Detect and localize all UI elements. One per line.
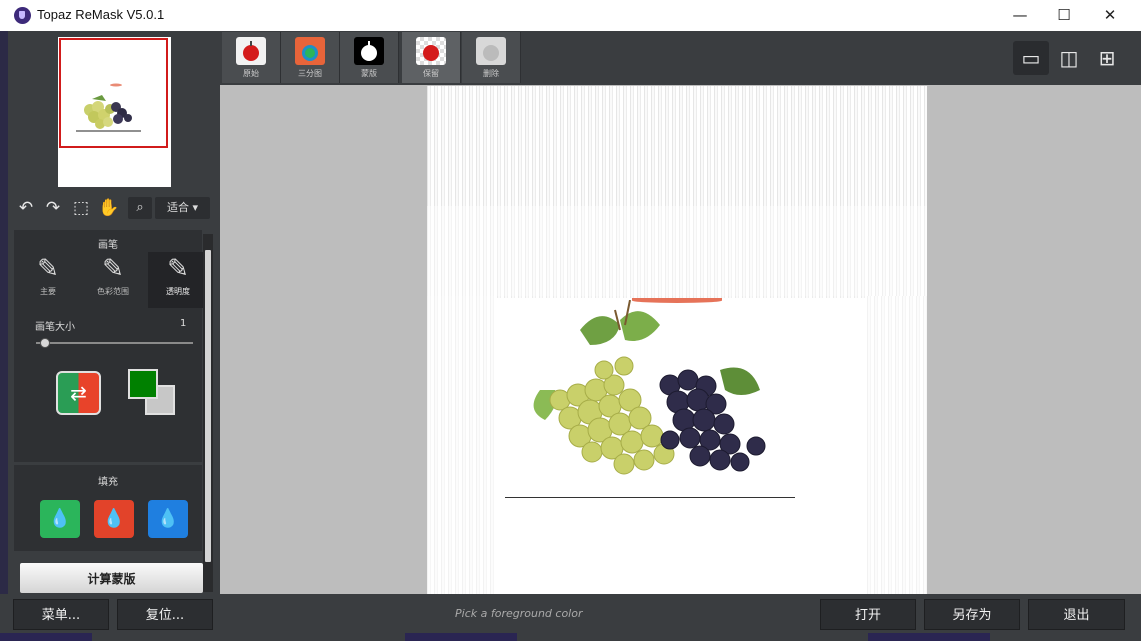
taskbar-fragment	[405, 633, 517, 641]
taskbar-fragment	[868, 633, 990, 641]
mode-keep-label: 保留	[423, 69, 439, 78]
minimize-button[interactable]: —	[997, 0, 1043, 31]
mode-original-label: 原始	[243, 69, 259, 78]
fill-remove-button[interactable]: 💧	[94, 500, 134, 538]
quad-view-icon[interactable]: ⊞	[1089, 41, 1125, 75]
title-bar	[0, 0, 1141, 32]
taskbar-fragment	[0, 633, 92, 641]
brush-size-value: 1	[180, 318, 187, 329]
mode-trimap-button[interactable]: 三分图	[281, 32, 340, 83]
grapes-image	[533, 300, 766, 475]
hand-icon[interactable]: ✋	[98, 198, 120, 218]
compute-mask-button[interactable]: 计算蒙版	[20, 563, 203, 593]
mode-keep-button[interactable]: 保留	[402, 32, 461, 83]
swap-brush-mode-button[interactable]: ⇄	[56, 371, 101, 415]
exit-button[interactable]: 退出	[1028, 599, 1125, 630]
brush-size-slider-thumb[interactable]	[39, 338, 50, 348]
background-window-edge	[0, 31, 8, 641]
fill-keep-button[interactable]: 💧	[40, 500, 80, 538]
window-title: Topaz ReMask V5.0.1	[37, 7, 165, 22]
apple-keep-icon	[416, 37, 446, 65]
close-button[interactable]: ✕	[1087, 0, 1133, 31]
reset-button[interactable]: 复位...	[117, 599, 213, 630]
mode-mask-button[interactable]: 蒙版	[340, 32, 399, 83]
menu-button[interactable]: 菜单...	[13, 599, 109, 630]
brush-transparency-icon: ✎	[167, 254, 189, 284]
brush-color-range-icon: ✎	[102, 254, 124, 284]
mode-trimap-label: 三分图	[298, 69, 322, 78]
fill-compute-button[interactable]: 💧	[148, 500, 188, 538]
brush-size-label: 画笔大小	[35, 322, 75, 333]
status-message: Pick a foreground color	[455, 607, 583, 620]
app-logo-icon	[14, 7, 31, 24]
panel-scrollbar-thumb[interactable]	[205, 250, 211, 562]
maximize-button[interactable]: ☐	[1041, 0, 1087, 31]
apple-remove-icon	[476, 37, 506, 65]
apple-mask-icon	[354, 37, 384, 65]
navigator-viewport-frame[interactable]	[59, 38, 168, 148]
brush-transparency-button[interactable]: ✎ 透明度	[148, 252, 208, 308]
brush-transparency-label: 透明度	[166, 287, 190, 296]
zoom-icon[interactable]: ⌕	[128, 197, 152, 219]
brush-color-range-label: 色彩范围	[97, 287, 129, 296]
apple-trimap-icon	[295, 37, 325, 65]
mode-remove-button[interactable]: 删除	[462, 32, 521, 83]
baseline-rule	[505, 497, 795, 498]
redo-icon[interactable]: ↷	[42, 198, 64, 218]
brush-size-slider[interactable]	[36, 342, 193, 344]
mode-remove-label: 删除	[483, 69, 499, 78]
mode-mask-label: 蒙版	[361, 69, 377, 78]
brush-primary-button[interactable]: ✎ 主要	[18, 252, 78, 308]
foreground-color-swatch[interactable]	[128, 369, 158, 399]
mode-original-button[interactable]: 原始	[222, 32, 281, 83]
save-as-button[interactable]: 另存为	[924, 599, 1020, 630]
brush-section-title: 画笔	[98, 240, 118, 251]
brush-primary-label: 主要	[40, 287, 56, 296]
open-button[interactable]: 打开	[820, 599, 916, 630]
brush-color-range-button[interactable]: ✎ 色彩范围	[83, 252, 143, 308]
brush-icon: ✎	[37, 254, 59, 284]
zoom-dropdown[interactable]: 适合 ▾	[155, 197, 210, 219]
fill-section-title: 填充	[98, 477, 118, 488]
single-view-icon[interactable]: ▭	[1013, 41, 1049, 75]
split-view-icon[interactable]: ◫	[1051, 41, 1087, 75]
apple-icon	[236, 37, 266, 65]
selection-icon[interactable]: ⬚	[70, 198, 92, 218]
undo-icon[interactable]: ↶	[15, 198, 37, 218]
